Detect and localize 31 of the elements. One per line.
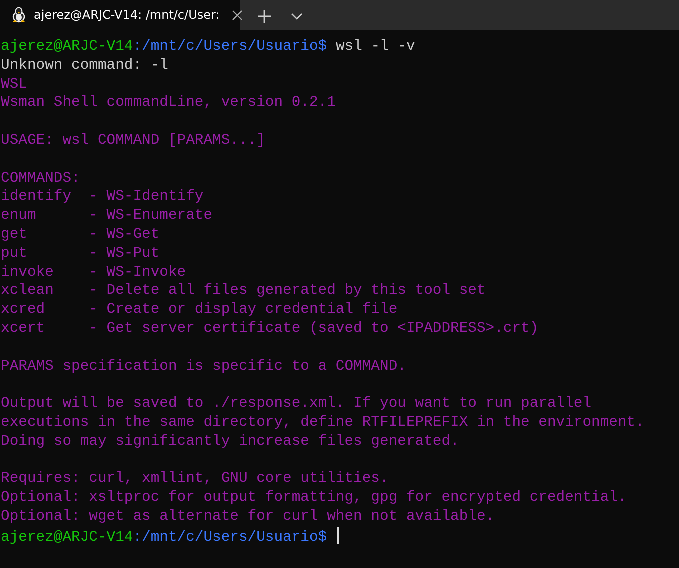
output-line: COMMANDS:	[1, 170, 80, 187]
output-line: enum - WS-Enumerate	[1, 208, 213, 224]
prompt-path: :/mnt/c/Users/Usuario$	[133, 39, 328, 55]
output-line: PARAMS specification is specific to a COMMAND.	[1, 358, 406, 375]
output-line: executions in the same directory, define RTFILEPREFIX in the environment.	[1, 414, 644, 431]
output-line: USAGE: wsl COMMAND [PARAMS...]	[1, 132, 266, 149]
output-line: Output will be saved to ./response.xml. If you want to run parallel	[1, 396, 592, 412]
output-line: xcred - Create or display credential file	[1, 302, 398, 318]
output-line: WSL	[1, 76, 28, 93]
output-line: xcert - Get server certificate (saved to <IPADDRESS>.crt)	[1, 320, 539, 337]
output-line: Optional: xsltproc for output formatting, gpg for encrypted credential.	[1, 490, 627, 506]
penguin-icon	[12, 7, 26, 23]
output-line: Optional: wget as alternate for curl when not available.	[1, 508, 495, 525]
output-line: Requires: curl, xmllint, GNU core utilities.	[1, 471, 389, 488]
plus-icon	[258, 10, 271, 24]
command-text: wsl -l -v	[336, 39, 416, 55]
output-line: invoke - WS-Invoke	[1, 264, 186, 281]
output-line: Unknown command: -l	[1, 58, 168, 74]
output-line: put - WS-Put	[1, 246, 160, 262]
output-line: xclean - Delete all files generated by this tool set	[1, 283, 486, 300]
terminal-tab[interactable]: ajerez@ARJC-V14: /mnt/c/User:	[0, 0, 240, 30]
output-line: identify - WS-Identify	[1, 189, 204, 206]
prompt-user: ajerez@ARJC-V14	[1, 530, 134, 546]
output-line: get - WS-Get	[1, 226, 160, 243]
tab-title: ajerez@ARJC-V14: /mnt/c/User:	[34, 7, 220, 24]
close-icon	[232, 10, 243, 21]
output-line: Wsman Shell commandLine, version 0.2.1	[1, 95, 336, 112]
chevron-down-icon	[291, 13, 303, 20]
output-line: Doing so may significantly increase files generated.	[1, 434, 460, 450]
prompt-user: ajerez@ARJC-V14	[1, 39, 134, 55]
prompt-path: :/mnt/c/Users/Usuario$	[133, 530, 328, 546]
